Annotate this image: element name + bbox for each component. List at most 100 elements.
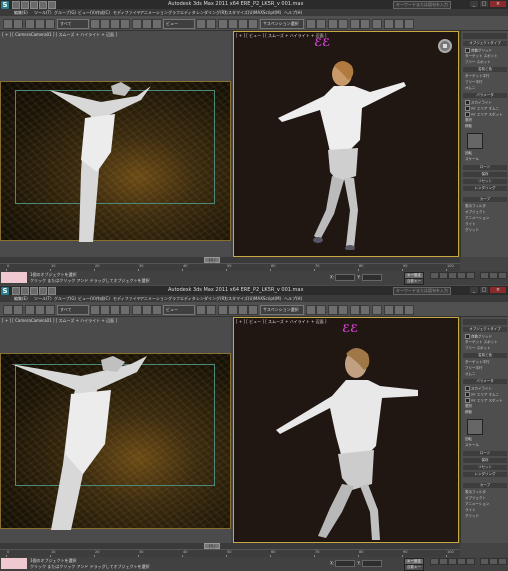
menu-customize[interactable]: カスタマイズ(U) bbox=[224, 9, 254, 16]
close-button[interactable]: × bbox=[490, 1, 506, 7]
maxscript-listener[interactable] bbox=[1, 558, 27, 569]
save-file-icon[interactable] bbox=[30, 1, 38, 9]
list-item[interactable]: グリッド bbox=[465, 514, 507, 519]
list-item[interactable]: mr エリア スポット bbox=[465, 398, 507, 404]
percent-snap-icon[interactable] bbox=[238, 305, 248, 315]
rect-select-icon[interactable] bbox=[110, 305, 120, 315]
list-item[interactable]: フリー スポット bbox=[465, 346, 507, 351]
orbit-icon[interactable] bbox=[498, 272, 507, 279]
align-icon[interactable] bbox=[316, 19, 326, 29]
new-file-icon[interactable] bbox=[12, 1, 20, 9]
list-item[interactable]: 選択 bbox=[465, 118, 507, 123]
character-model-camera-view[interactable] bbox=[11, 354, 151, 530]
command-panel-tabs[interactable] bbox=[463, 319, 507, 325]
menu-view[interactable]: ビュー(V) bbox=[78, 295, 96, 302]
rendered-frame-icon[interactable] bbox=[394, 305, 404, 315]
named-selection-dropdown[interactable]: サスペンション選択 bbox=[260, 305, 304, 315]
play-icon[interactable] bbox=[448, 558, 457, 565]
load-button[interactable]: ロード bbox=[463, 165, 507, 170]
new-file-icon[interactable] bbox=[12, 287, 20, 295]
list-item[interactable]: 選択 bbox=[465, 404, 507, 409]
link-icon[interactable] bbox=[25, 19, 35, 29]
menu-rendering[interactable]: レンダリング(R) bbox=[196, 9, 226, 16]
viewcube-icon[interactable] bbox=[438, 39, 452, 53]
go-to-end-icon[interactable] bbox=[466, 558, 475, 565]
undo-icon[interactable] bbox=[39, 287, 47, 295]
angle-snap-icon[interactable] bbox=[228, 305, 238, 315]
menu-help[interactable]: ヘルプ(H) bbox=[284, 9, 302, 16]
undo-button-icon[interactable] bbox=[3, 19, 13, 29]
command-panel-tabs[interactable] bbox=[463, 33, 507, 39]
redo-icon[interactable] bbox=[48, 287, 56, 295]
maximize-button[interactable]: □ bbox=[480, 1, 488, 7]
menu-modifiers[interactable]: モディファイヤ bbox=[113, 295, 141, 302]
menu-maxscript[interactable]: MAXScript(M) bbox=[254, 295, 281, 302]
mirror-icon[interactable] bbox=[306, 19, 316, 29]
go-to-end-icon[interactable] bbox=[466, 272, 475, 279]
curve-rollout[interactable]: カーブ bbox=[463, 483, 507, 488]
search-input[interactable]: キーワードまたは語句を入力 bbox=[393, 287, 451, 295]
menu-animation[interactable]: アニメーション bbox=[140, 295, 168, 302]
percent-snap-icon[interactable] bbox=[238, 19, 248, 29]
snap-icon[interactable] bbox=[218, 305, 228, 315]
graphite-icon[interactable] bbox=[338, 305, 348, 315]
load-button[interactable]: ロード bbox=[463, 451, 507, 456]
reset-button[interactable]: リセット bbox=[463, 179, 507, 184]
list-item[interactable]: 回転 bbox=[465, 437, 507, 442]
move-icon[interactable] bbox=[132, 305, 142, 315]
auto-key-button[interactable]: 自動キー bbox=[404, 564, 424, 571]
perspective-viewport[interactable]: [ + ] [ ビュー ] [ スムーズ + ハイライト + 辺面 ] ℰℰ bbox=[233, 31, 459, 257]
camera-viewport[interactable]: [ + ] [ CameraCamera01 ] [ スムーズ + ハイライト … bbox=[0, 31, 231, 257]
window-crossing-icon[interactable] bbox=[120, 305, 130, 315]
next-frame-icon[interactable] bbox=[457, 558, 466, 565]
redo-button-icon[interactable] bbox=[13, 19, 23, 29]
open-file-icon[interactable] bbox=[21, 287, 29, 295]
list-item[interactable]: グリッド bbox=[465, 228, 507, 233]
menu-help[interactable]: ヘルプ(H) bbox=[284, 295, 302, 302]
prev-frame-icon[interactable] bbox=[439, 558, 448, 565]
move-icon[interactable] bbox=[132, 19, 142, 29]
list-item[interactable]: ライト bbox=[465, 222, 507, 227]
menu-rendering[interactable]: レンダリング(R) bbox=[196, 295, 226, 302]
angle-snap-icon[interactable] bbox=[228, 19, 238, 29]
minimize-button[interactable]: _ bbox=[470, 287, 478, 293]
prev-frame-icon[interactable] bbox=[439, 272, 448, 279]
select-object-icon[interactable] bbox=[90, 305, 100, 315]
orbit-icon[interactable] bbox=[498, 558, 507, 565]
pivot-icon[interactable] bbox=[196, 305, 206, 315]
undo-icon[interactable] bbox=[39, 1, 47, 9]
scale-icon[interactable] bbox=[152, 305, 162, 315]
list-item[interactable]: mr エリア オムニ bbox=[465, 106, 507, 112]
menu-view[interactable]: ビュー(V) bbox=[78, 9, 96, 16]
viewport-label[interactable]: [ + ] [ CameraCamera01 ] [ スムーズ + ハイライト … bbox=[2, 32, 117, 38]
list-item[interactable]: 移動 bbox=[465, 124, 507, 129]
rollout-object-type[interactable]: オブジェクトタイプ bbox=[463, 41, 507, 46]
menu-tools[interactable]: ツール(T) bbox=[34, 9, 52, 16]
list-item[interactable]: アニメーション bbox=[465, 216, 507, 221]
list-item[interactable]: スケール bbox=[465, 157, 507, 162]
character-model-camera-view[interactable] bbox=[41, 82, 161, 242]
pan-icon[interactable] bbox=[489, 272, 498, 279]
color-swatch[interactable] bbox=[467, 419, 483, 435]
reference-coord-dropdown[interactable]: ビュー bbox=[163, 19, 195, 29]
render-button[interactable]: レンダリング bbox=[463, 472, 507, 477]
reset-button[interactable]: リセット bbox=[463, 465, 507, 470]
camera-viewport[interactable]: [ + ] [ CameraCamera01 ] [ スムーズ + ハイライト … bbox=[0, 317, 231, 543]
list-item[interactable]: アニメーション bbox=[465, 502, 507, 507]
viewport-label[interactable]: [ + ] [ ビュー ] [ スムーズ + ハイライト + 辺面 ] bbox=[236, 319, 326, 325]
layer-manager-icon[interactable] bbox=[328, 19, 338, 29]
bind-space-warp-icon[interactable] bbox=[45, 19, 55, 29]
selection-filter-dropdown[interactable]: すべて bbox=[57, 305, 89, 315]
list-item[interactable]: オムニ bbox=[465, 86, 507, 91]
list-item[interactable]: スカイライト bbox=[465, 386, 507, 392]
list-item[interactable]: 表示フィルタ bbox=[465, 204, 507, 209]
search-input[interactable]: キーワードまたは語句を入力 bbox=[393, 1, 451, 9]
menu-graph-editors[interactable]: グラフエディタ bbox=[168, 295, 196, 302]
list-item[interactable]: オムニ bbox=[465, 372, 507, 377]
x-field[interactable] bbox=[335, 560, 356, 567]
auto-key-button[interactable]: 自動キー bbox=[404, 278, 424, 285]
list-item[interactable]: ターゲット平行 bbox=[465, 360, 507, 365]
list-item[interactable]: スカイライト bbox=[465, 100, 507, 106]
list-item[interactable]: 表示フィルタ bbox=[465, 490, 507, 495]
list-item[interactable]: ターゲット スポット bbox=[465, 54, 507, 59]
